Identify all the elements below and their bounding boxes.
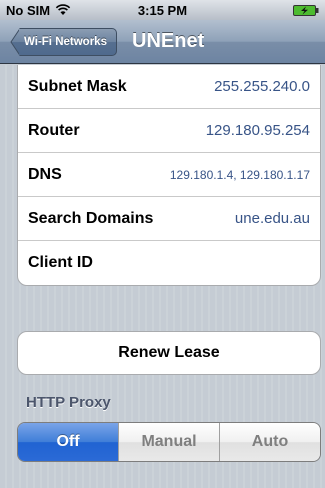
page-title: UNEnet xyxy=(132,30,205,52)
row-subnet-mask: Subnet Mask 255.255.240.0 xyxy=(18,65,320,109)
row-client-id[interactable]: Client ID xyxy=(18,241,320,285)
back-button-wifi-networks[interactable]: Wi-Fi Networks xyxy=(10,27,117,57)
row-search-domains: Search Domains une.edu.au xyxy=(18,197,320,241)
wifi-icon xyxy=(55,4,71,15)
proxy-option-auto[interactable]: Auto xyxy=(219,423,320,461)
row-value: une.edu.au xyxy=(234,210,310,227)
section-header-http-proxy: HTTP Proxy xyxy=(26,394,111,411)
back-chevron-icon xyxy=(10,28,20,56)
settings-content[interactable]: Subnet Mask 255.255.240.0 Router 129.180… xyxy=(0,65,325,488)
row-label: DNS xyxy=(28,165,62,183)
proxy-option-off[interactable]: Off xyxy=(18,423,118,461)
row-value: 255.255.240.0 xyxy=(214,78,310,95)
row-label: Search Domains xyxy=(28,209,154,227)
http-proxy-segmented-control: Off Manual Auto xyxy=(17,422,321,462)
renew-lease-button[interactable]: Renew Lease xyxy=(17,331,321,375)
carrier-label: No SIM xyxy=(6,2,51,18)
row-router: Router 129.180.95.254 xyxy=(18,109,320,153)
status-left: No SIM xyxy=(6,3,71,18)
row-label: Router xyxy=(28,121,80,139)
row-value: 129.180.1.4, 129.180.1.17 xyxy=(169,167,310,182)
row-label: Subnet Mask xyxy=(28,77,127,95)
row-dns: DNS 129.180.1.4, 129.180.1.17 xyxy=(18,153,320,197)
navigation-bar: Wi-Fi Networks UNEnet xyxy=(0,20,325,64)
battery-charging-icon xyxy=(293,4,319,16)
proxy-option-manual[interactable]: Manual xyxy=(118,423,219,461)
status-bar: No SIM 3:15 PM xyxy=(0,0,325,20)
row-value: 129.180.95.254 xyxy=(205,122,310,139)
row-label: Client ID xyxy=(28,254,93,271)
back-button-label: Wi-Fi Networks xyxy=(20,28,117,56)
network-details-group: Subnet Mask 255.255.240.0 Router 129.180… xyxy=(17,65,321,286)
